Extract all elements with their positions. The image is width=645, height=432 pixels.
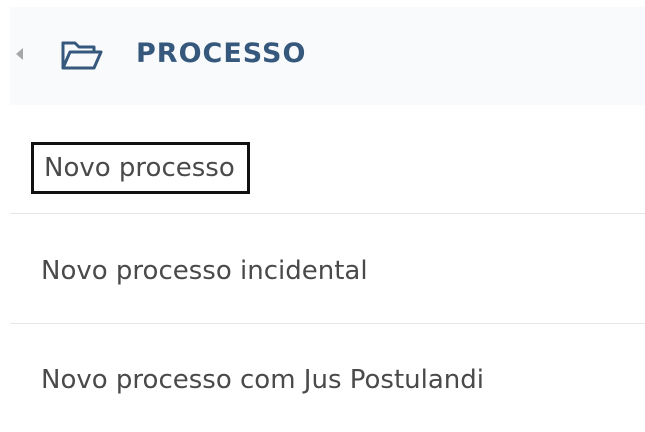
menu-item-label: Novo processo incidental: [41, 256, 368, 286]
menu-item-novo-processo[interactable]: Novo processo: [10, 105, 645, 214]
folder-open-icon: [61, 41, 103, 70]
menu-title: PROCESSO: [136, 38, 307, 69]
menu-item-label: Novo processo: [31, 142, 250, 194]
chevron-left-icon[interactable]: [16, 48, 23, 60]
menu-item-label: Novo processo com Jus Postulandi: [41, 365, 484, 395]
menu-header: PROCESSO: [10, 7, 645, 105]
